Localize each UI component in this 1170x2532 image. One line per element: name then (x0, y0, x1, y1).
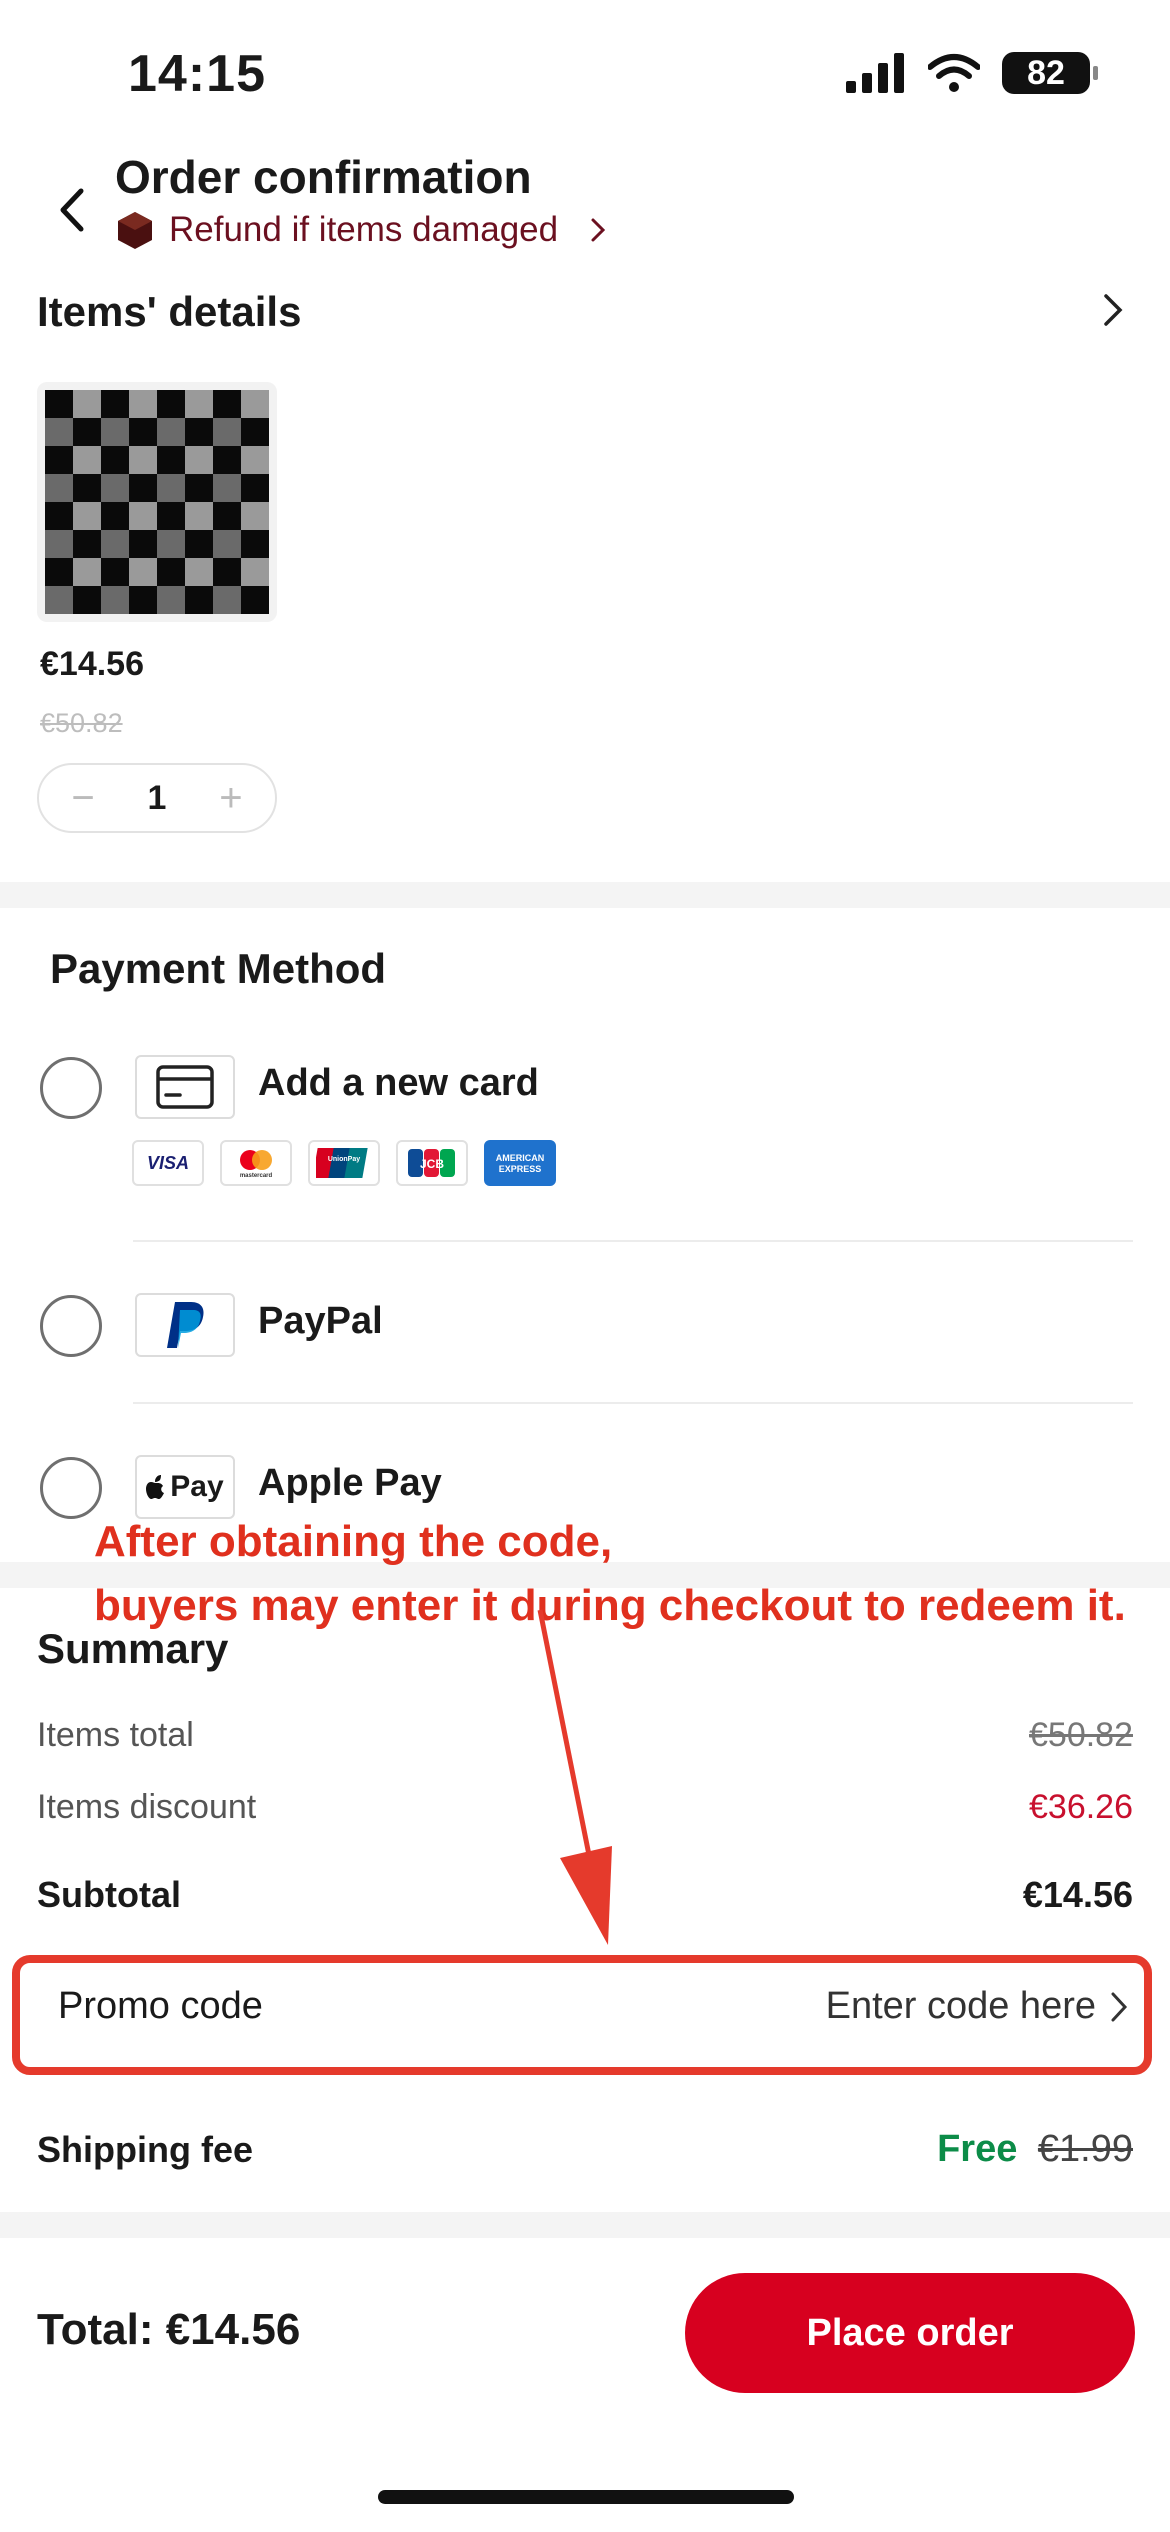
checkout-footer: Total: €14.56 Place order (0, 2240, 1170, 2532)
place-order-button[interactable]: Place order (685, 2273, 1135, 2393)
annotation-arrow (537, 1609, 612, 1945)
order-total: Total: €14.56 (37, 2305, 301, 2354)
home-indicator (378, 2490, 794, 2504)
